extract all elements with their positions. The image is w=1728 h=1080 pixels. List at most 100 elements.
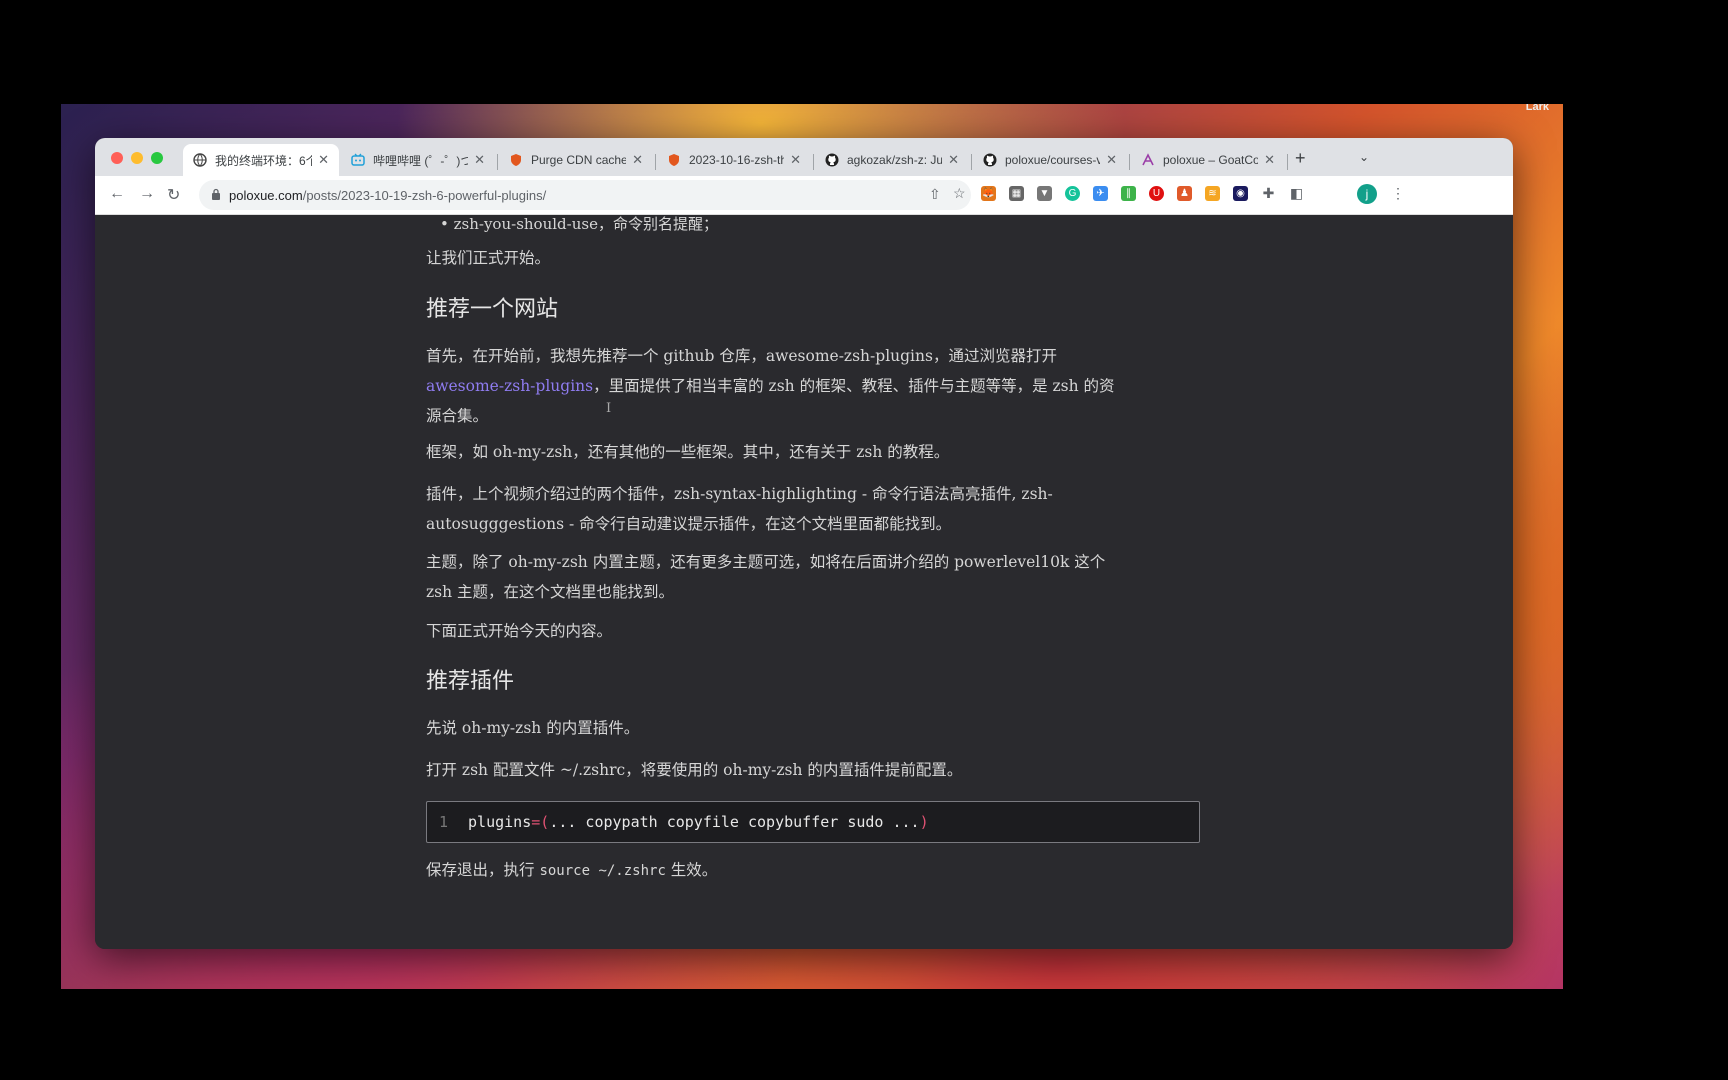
code-token: = <box>531 813 541 831</box>
github-icon <box>825 153 839 167</box>
reload-icon[interactable]: ↻ <box>167 185 180 205</box>
profile-avatar[interactable]: j <box>1357 184 1377 204</box>
qr-code-extension-icon[interactable]: ▦ <box>1009 186 1024 201</box>
tab-title: 我的终端环境：6个… <box>215 153 313 168</box>
paragraph-themes: 主题，除了 oh-my-zsh 内置主题，还有更多主题可选，如将在后面讲介绍的 … <box>426 547 1206 607</box>
code-line: plugins=(... copypath copyfile copybuffe… <box>468 807 929 837</box>
heading-recommend-plugins: 推荐插件 <box>426 669 515 694</box>
tab-poloxue-courses[interactable]: poloxue/courses-v… ✕ <box>973 144 1127 176</box>
github-icon <box>983 153 997 167</box>
rss-extension-icon[interactable]: ≋ <box>1205 186 1220 201</box>
globe-icon <box>193 153 207 167</box>
grammarly-extension-icon[interactable]: G <box>1065 186 1080 201</box>
code-block: 1 plugins=(... copypath copyfile copybuf… <box>426 801 1200 843</box>
ublock-extension-icon[interactable]: U <box>1149 186 1164 201</box>
url-host: poloxue.com <box>229 187 303 203</box>
paragraph-text: 首先，在开始前，我想先推荐一个 github 仓库，awesome-zsh-pl… <box>426 347 1057 365</box>
paragraph-builtin: 先说 oh-my-zsh 的内置插件。 <box>426 719 640 737</box>
dark-extension-icon[interactable]: ◉ <box>1233 186 1248 201</box>
tab-title: poloxue/courses-v… <box>1005 153 1101 167</box>
forward-arrow-icon[interactable]: → <box>139 185 155 203</box>
tab-zsh-article[interactable]: 2023-10-16-zsh-th ✕ <box>657 144 811 176</box>
tab-separator <box>497 154 498 170</box>
url-path: /posts/2023-10-19-zsh-6-powerful-plugins… <box>302 187 547 203</box>
tab-title: poloxue – GoatCou… <box>1163 153 1259 167</box>
minimize-window-button[interactable] <box>131 152 143 164</box>
paragraph-frameworks: 框架，如 oh-my-zsh，还有其他的一些框架。其中，还有关于 zsh 的教程… <box>426 443 950 461</box>
side-panel-icon[interactable]: ◧ <box>1289 185 1304 201</box>
close-icon[interactable]: ✕ <box>790 152 801 168</box>
paragraph-text: 生效。 <box>665 861 718 879</box>
tab-agkozak-zsh-z[interactable]: agkozak/zsh-z: Jun ✕ <box>815 144 969 176</box>
paragraph-text: ，里面提供了相当丰富的 zsh 的框架、教程、插件与主题等等，是 zsh 的资 <box>593 377 1115 395</box>
new-tab-button[interactable]: + <box>1295 148 1306 169</box>
tab-my-terminal[interactable]: 我的终端环境：6个… ✕ <box>183 144 339 176</box>
zoom-window-button[interactable] <box>151 152 163 164</box>
paragraph-text: 插件，上个视频介绍过的两个插件，zsh-syntax-highlighting … <box>426 485 1053 503</box>
close-icon[interactable]: ✕ <box>474 152 485 168</box>
paragraph-text: autosugggestions - 命令行自动建议提示插件，在这个文档里面都能… <box>426 515 952 533</box>
close-icon[interactable]: ✕ <box>632 152 643 168</box>
back-arrow-icon[interactable]: ← <box>109 185 125 203</box>
paragraph-text: 主题，除了 oh-my-zsh 内置主题，还有更多主题可选，如将在后面讲介绍的 … <box>426 553 1106 571</box>
tab-goatcounter[interactable]: poloxue – GoatCou… ✕ <box>1131 144 1285 176</box>
close-icon[interactable]: ✕ <box>1264 152 1275 168</box>
menubar-app-label: Lark <box>1525 104 1549 113</box>
heading-recommend-site: 推荐一个网站 <box>426 297 559 322</box>
code-token: ... copypath copyfile copybuffer sudo ..… <box>549 813 920 831</box>
code-token: plugins <box>468 813 532 831</box>
close-icon[interactable]: ✕ <box>948 152 959 168</box>
tab-purge-cdn[interactable]: Purge CDN cache - ✕ <box>499 144 653 176</box>
tab-title: 哔哩哔哩 (゜-゜)つロ <box>373 153 469 168</box>
close-window-button[interactable] <box>111 152 123 164</box>
tab-strip: 我的终端环境：6个… ✕ 哔哩哔哩 (゜-゜)つロ ✕ Purge CDN ca… <box>95 138 1513 176</box>
puzzle-extensions-icon[interactable]: ✚ <box>1261 185 1276 201</box>
lock-icon <box>211 188 221 203</box>
desktop-wallpaper: Lark 我的终端环境：6个… ✕ 哔哩哔哩 (゜-゜)つロ ✕ <box>61 104 1563 989</box>
tab-separator <box>655 154 656 170</box>
tab-separator <box>813 154 814 170</box>
tab-separator <box>971 154 972 170</box>
tab-title: 2023-10-16-zsh-th <box>689 153 785 167</box>
awesome-zsh-plugins-link[interactable]: awesome-zsh-plugins <box>426 377 593 395</box>
people-extension-icon[interactable]: ♟ <box>1177 186 1192 201</box>
list-item-text: zsh-you-should-use，命令别名提醒； <box>453 215 718 233</box>
code-line-number: 1 <box>439 813 449 831</box>
stats-extension-icon[interactable]: ∥ <box>1121 186 1136 201</box>
inline-code: source ~/.zshrc <box>539 863 666 879</box>
paragraph-text: 源合集。 <box>426 407 489 425</box>
paragraph-start: 下面正式开始今天的内容。 <box>426 622 613 640</box>
vue-devtools-extension-icon[interactable]: ▼ <box>1037 186 1052 201</box>
tab-separator <box>1287 154 1288 170</box>
shield-icon <box>509 153 523 167</box>
tab-bilibili[interactable]: 哔哩哔哩 (゜-゜)つロ ✕ <box>341 144 495 176</box>
code-token: ( <box>540 813 550 831</box>
close-icon[interactable]: ✕ <box>1106 152 1117 168</box>
translate-extension-icon[interactable]: ✈ <box>1093 186 1108 201</box>
paragraph-text: 保存退出，执行 <box>426 861 540 879</box>
metamask-extension-icon[interactable]: 🦊 <box>981 186 996 201</box>
tab-search-button[interactable]: ⌄ <box>1359 150 1369 164</box>
paragraph-save: 保存退出，执行 source ~/.zshrc 生效。 <box>426 855 1206 886</box>
code-token: ) <box>919 813 929 831</box>
bookmark-star-icon[interactable]: ☆ <box>953 185 966 202</box>
tab-separator <box>1129 154 1130 170</box>
menu-kebab-icon[interactable]: ⋮ <box>1391 185 1405 202</box>
list-item: • zsh-you-should-use，命令别名提醒； <box>440 215 718 233</box>
close-icon[interactable]: ✕ <box>318 152 329 168</box>
page-content: • zsh-you-should-use，命令别名提醒； 让我们正式开始。 推荐… <box>95 215 1513 949</box>
paragraph-github-repo: 首先，在开始前，我想先推荐一个 github 仓库，awesome-zsh-pl… <box>426 341 1206 431</box>
browser-toolbar: ← → ↻ poloxue.com /posts/2023-10-19-zsh-… <box>95 176 1513 215</box>
goatcounter-icon <box>1141 153 1155 167</box>
address-bar[interactable]: poloxue.com /posts/2023-10-19-zsh-6-powe… <box>199 180 971 210</box>
paragraph-plugins: 插件，上个视频介绍过的两个插件，zsh-syntax-highlighting … <box>426 479 1206 539</box>
tab-title: agkozak/zsh-z: Jun <box>847 153 943 167</box>
browser-window: 我的终端环境：6个… ✕ 哔哩哔哩 (゜-゜)つロ ✕ Purge CDN ca… <box>95 138 1513 949</box>
bilibili-icon <box>351 153 365 167</box>
share-icon[interactable]: ⇧ <box>929 186 941 203</box>
tab-title: Purge CDN cache - <box>531 153 627 167</box>
text-cursor-icon: I <box>606 401 612 416</box>
paragraph-text: zsh 主题，在这个文档里也能找到。 <box>426 583 675 601</box>
shield-icon <box>667 153 681 167</box>
paragraph-config: 打开 zsh 配置文件 ~/.zshrc，将要使用的 oh-my-zsh 的内置… <box>426 761 963 779</box>
